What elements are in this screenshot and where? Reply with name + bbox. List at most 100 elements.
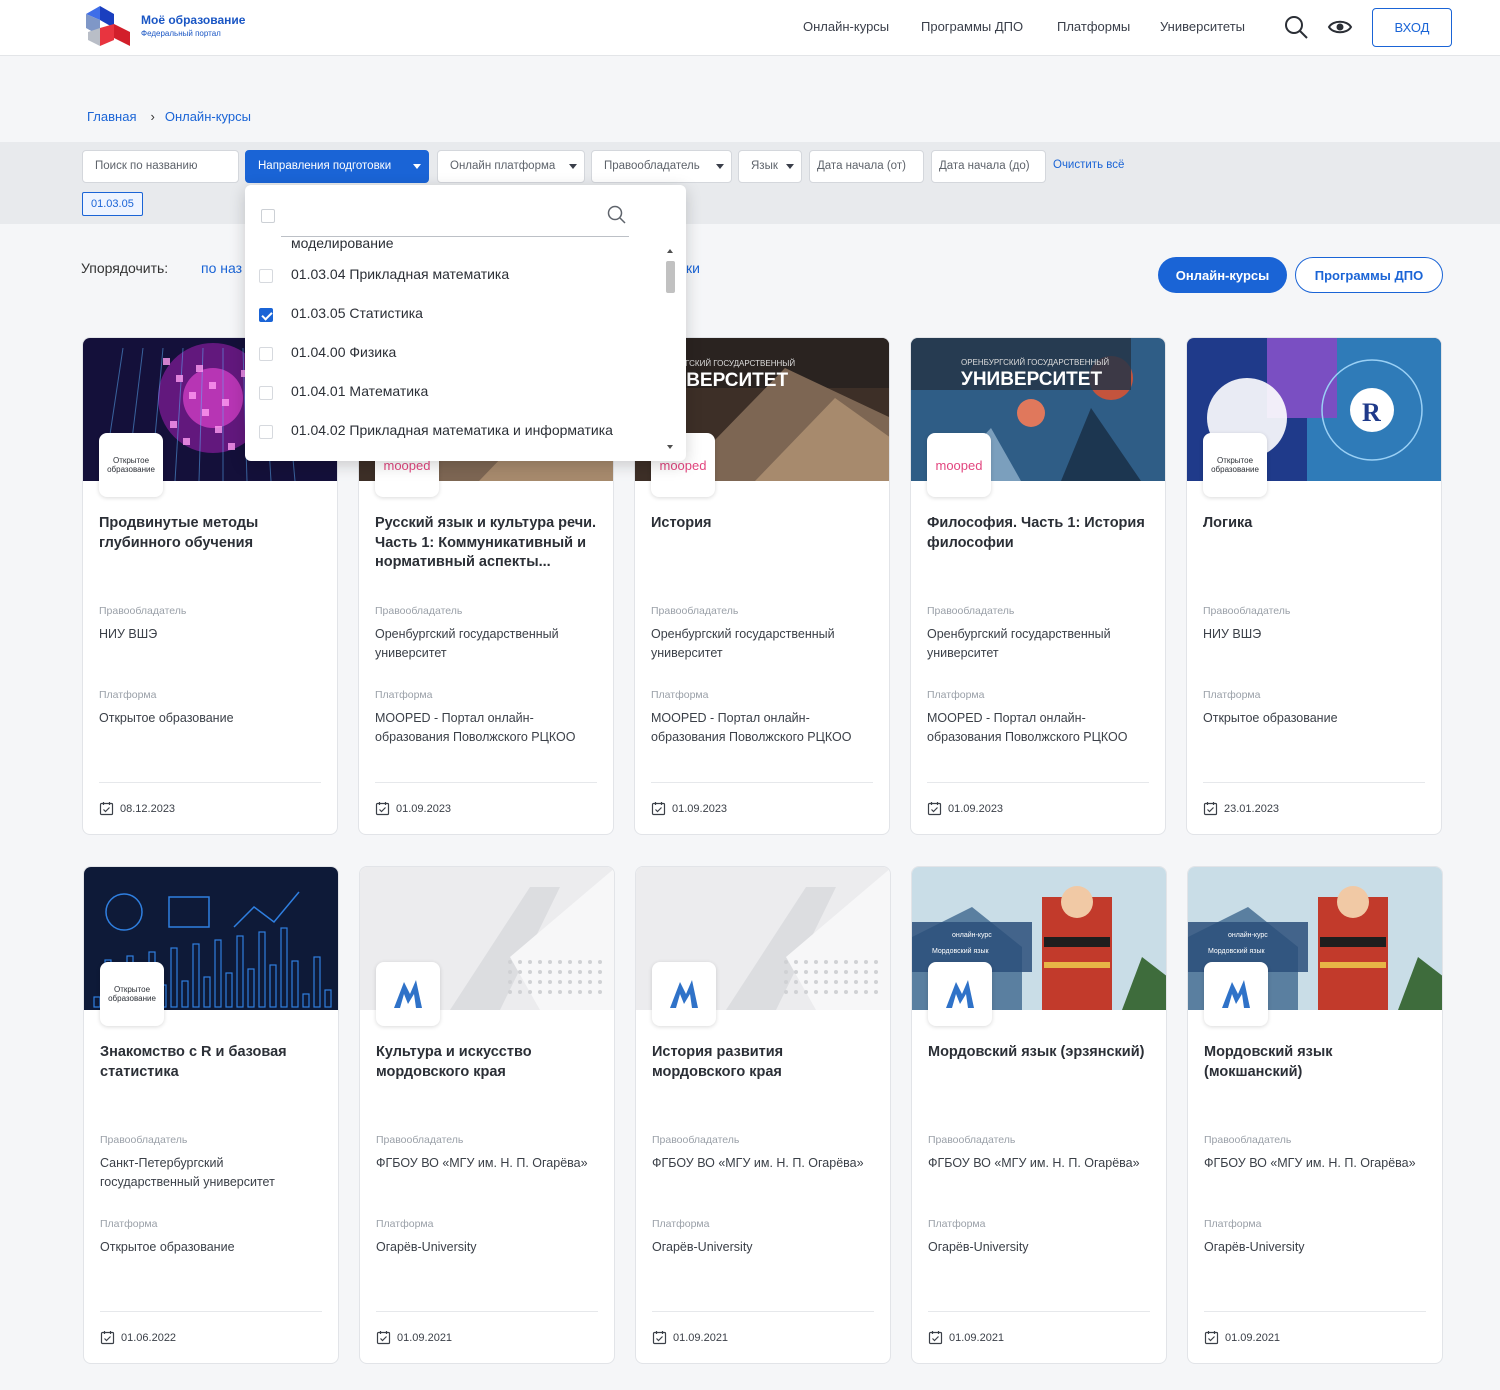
- rightholder-label: Правообладатель: [100, 1134, 188, 1146]
- rightholder-value: ФГБОУ ВО «МГУ им. Н. П. Огарёва»: [928, 1156, 1140, 1170]
- scroll-up-icon[interactable]: [667, 249, 673, 253]
- select-all-checkbox[interactable]: [261, 209, 275, 223]
- rightholder-filter[interactable]: Правообладатель: [591, 150, 732, 183]
- rightholder-value: Оренбургский государственный университет: [651, 627, 835, 660]
- date-from-input[interactable]: Дата начала (от): [809, 150, 924, 183]
- calendar-icon: [375, 802, 390, 816]
- checkbox[interactable]: [259, 347, 273, 361]
- platform-value: МООРЕD - Портал онлайн-образования Повол…: [927, 711, 1128, 744]
- svg-text:R: R: [1362, 398, 1381, 427]
- course-title[interactable]: Мордовский язык (эрзянский): [928, 1043, 1154, 1063]
- tab-dpo-programs[interactable]: Программы ДПО: [1295, 257, 1443, 293]
- calendar-icon: [927, 802, 942, 816]
- course-card[interactable]: История развития мордовского края Правооб…: [635, 866, 891, 1364]
- nav-dpo-programs[interactable]: Программы ДПО: [921, 19, 1023, 34]
- chevron-right-icon: ›: [150, 109, 155, 124]
- svg-text:ОРЕНБУРГСКИЙ ГОСУДАРСТВЕННЫЙ: ОРЕНБУРГСКИЙ ГОСУДАРСТВЕННЫЙ: [961, 358, 1109, 367]
- calendar-icon: [651, 802, 666, 816]
- course-title[interactable]: История развития мордовского края: [652, 1043, 878, 1082]
- dropdown-option-label: 01.03.05 Статистика: [291, 305, 423, 321]
- directions-filter[interactable]: Направления подготовки: [245, 150, 429, 183]
- course-title[interactable]: История: [651, 514, 877, 534]
- tab-online-courses[interactable]: Онлайн-курсы: [1158, 257, 1287, 293]
- start-date-value: 01.09.2023: [672, 802, 728, 815]
- platform-logo-badge: [376, 962, 440, 1026]
- card-divider: [652, 1311, 874, 1312]
- course-title[interactable]: Русский язык и культура речи. Часть 1: К…: [375, 514, 601, 573]
- platform-logo-badge: [652, 962, 716, 1026]
- checkbox[interactable]: [259, 386, 273, 400]
- course-card[interactable]: Открытое образование Знакомство с R и базо…: [83, 866, 339, 1364]
- nav-online-courses[interactable]: Онлайн-курсы: [803, 19, 889, 34]
- platform-filter[interactable]: Онлайн платформа: [437, 150, 585, 183]
- search-icon[interactable]: [607, 205, 627, 225]
- start-date-value: 01.09.2023: [396, 802, 452, 815]
- chevron-down-icon: [569, 164, 577, 169]
- nav-platforms[interactable]: Платформы: [1057, 19, 1130, 34]
- scroll-down-icon[interactable]: [667, 445, 673, 449]
- dropdown-item-partial[interactable]: моделирование: [291, 237, 394, 251]
- platform-label: Платформа: [1203, 689, 1261, 701]
- chevron-down-icon: [786, 164, 794, 169]
- course-title[interactable]: Мордовский язык (мокшанский): [1204, 1043, 1430, 1082]
- calendar-icon: [99, 802, 114, 816]
- dropdown-option[interactable]: 01.04.00 Физика: [245, 334, 665, 373]
- date-to-input[interactable]: Дата начала (до): [931, 150, 1046, 183]
- login-button[interactable]: ВХОД: [1372, 8, 1452, 47]
- dropdown-option[interactable]: 01.04.01 Математика: [245, 373, 665, 412]
- rightholder-value: Оренбургский государственный университет: [375, 627, 559, 660]
- start-date-value: 01.09.2021: [949, 1331, 1005, 1344]
- eye-icon[interactable]: [1327, 14, 1353, 40]
- platform-logo-badge: Открытое образование: [99, 433, 163, 497]
- platform-label: Платформа: [99, 689, 157, 701]
- course-card[interactable]: онлайн-курс Мордовский язык Мордовский язы…: [1187, 866, 1443, 1364]
- start-date: 08.12.2023: [99, 801, 175, 816]
- search-input[interactable]: Поиск по названию: [82, 150, 239, 183]
- course-title[interactable]: Продвинутые методы глубинного обучения: [99, 514, 325, 553]
- start-date: 01.09.2021: [376, 1330, 452, 1345]
- chevron-down-icon: [413, 164, 421, 169]
- breadcrumb-home[interactable]: Главная: [87, 109, 136, 124]
- dropdown-scrollbar[interactable]: [664, 247, 677, 453]
- platform-logo-badge: [1204, 962, 1268, 1026]
- start-date: 23.01.2023: [1203, 801, 1279, 816]
- language-filter[interactable]: Язык: [738, 150, 802, 183]
- card-divider: [1203, 782, 1425, 783]
- course-title[interactable]: Философия. Часть 1: История философии: [927, 514, 1153, 553]
- selected-filter-chip[interactable]: 01.03.05: [82, 192, 143, 216]
- clear-all-link[interactable]: Очистить всё: [1053, 159, 1124, 171]
- scroll-thumb[interactable]: [666, 261, 675, 293]
- start-date-value: 23.01.2023: [1224, 802, 1280, 815]
- dropdown-option[interactable]: 01.04.02 Прикладная математика и информа…: [245, 412, 665, 451]
- start-date: 01.06.2022: [100, 1330, 176, 1345]
- course-card[interactable]: R Открытое образование Логика Правообладател…: [1186, 337, 1442, 835]
- checkbox-checked[interactable]: [259, 308, 273, 322]
- checkbox[interactable]: [259, 269, 273, 283]
- course-title[interactable]: Знакомство с R и базовая статистика: [100, 1043, 326, 1082]
- course-card[interactable]: ОРЕНБУРГСКИЙ ГОСУДАРСТВЕННЫЙ УНИВЕРСИТЕТ m…: [910, 337, 1166, 835]
- logo-title[interactable]: Моё образование: [141, 13, 245, 27]
- nav-universities[interactable]: Университеты: [1160, 19, 1245, 34]
- dropdown-option[interactable]: 01.03.05 Статистика: [245, 295, 665, 334]
- start-date: 01.09.2023: [927, 801, 1003, 816]
- course-title[interactable]: Культура и искусство мордовского края: [376, 1043, 602, 1082]
- sort-option-partial[interactable]: ки: [686, 260, 700, 276]
- dropdown-option[interactable]: 01.03.04 Прикладная математика: [245, 256, 665, 295]
- sort-by-name[interactable]: по наз: [201, 260, 242, 276]
- course-title[interactable]: Логика: [1203, 514, 1429, 534]
- dropdown-search-input[interactable]: [281, 203, 629, 237]
- platform-label: Платформа: [652, 1218, 710, 1230]
- platform-logo-badge: Открытое образование: [100, 962, 164, 1026]
- course-card[interactable]: Культура и искусство мордовского края Пра…: [359, 866, 615, 1364]
- portal-logo[interactable]: [86, 6, 130, 48]
- dropdown-option-label: 01.04.00 Физика: [291, 344, 397, 360]
- checkbox[interactable]: [259, 425, 273, 439]
- search-icon[interactable]: [1283, 14, 1309, 40]
- svg-text:Мордовский язык: Мордовский язык: [932, 947, 990, 955]
- breadcrumb-online-courses[interactable]: Онлайн-курсы: [165, 109, 251, 124]
- card-divider: [376, 1311, 598, 1312]
- start-date: 01.09.2021: [652, 1330, 728, 1345]
- calendar-icon: [1204, 1331, 1219, 1345]
- course-card[interactable]: онлайн-курс Мордовский язык Мордовский язы…: [911, 866, 1167, 1364]
- card-divider: [927, 782, 1149, 783]
